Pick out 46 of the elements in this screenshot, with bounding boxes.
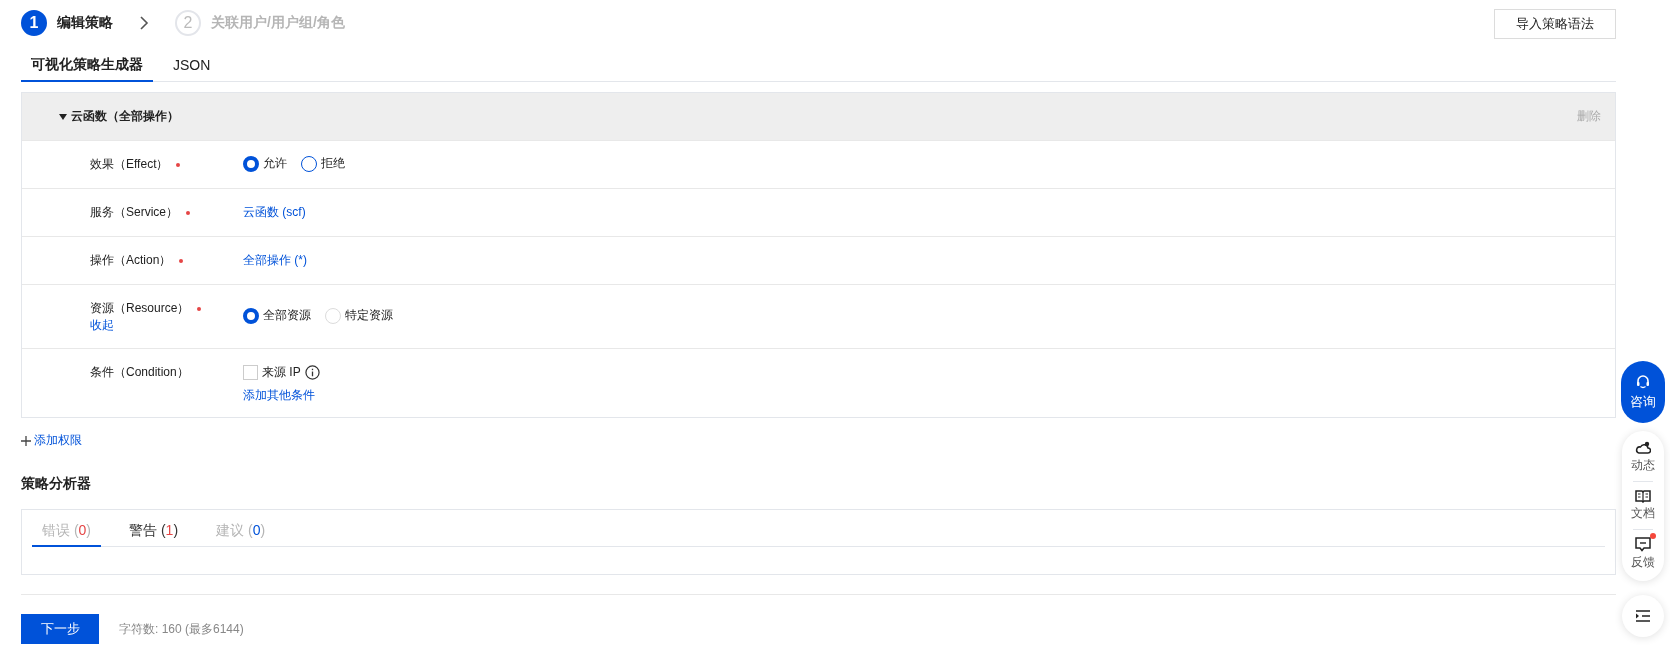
info-icon[interactable] [304,365,320,380]
chevron-right-icon [139,16,149,30]
side-item[interactable]: 文档 [1631,487,1655,524]
headset-icon [1635,373,1651,390]
value-link[interactable]: 全部操作 (*) [243,252,307,269]
add-condition-link[interactable]: 添加其他条件 [243,387,315,404]
radio-label[interactable]: 全部资源 [263,307,311,324]
section-title: 策略分析器 [21,475,92,493]
field-label: 操作（Action） [90,252,172,269]
field-label: 资源（Resource） [90,300,190,317]
consult-button[interactable]: 咨询 [1621,361,1665,423]
value-link[interactable]: 云函数 (scf) [243,204,306,221]
required-icon [176,162,181,167]
radio-label[interactable]: 允许 [263,155,287,172]
required-icon [197,306,202,311]
field-label: 服务（Service） [90,204,178,221]
checkbox[interactable] [243,365,258,380]
outline-button[interactable] [1622,595,1664,637]
add-permission-link[interactable]: 添加权限 [21,432,82,449]
radio-label[interactable]: 拒绝 [321,155,345,172]
step-label[interactable]: 编辑策略 [57,14,113,32]
analyzer-tab[interactable]: 警告 (1) [119,522,189,547]
character-count: 字符数: 160 (最多6144) [119,620,244,638]
next-step-button[interactable]: 下一步 [21,614,99,644]
required-icon [179,258,184,263]
radio-button[interactable] [243,307,259,324]
cloud-icon [1635,441,1651,455]
tab[interactable]: JSON [163,46,221,82]
required-icon [186,210,190,215]
import-syntax-button[interactable]: 导入策略语法 [1494,9,1616,39]
message-icon [1635,537,1651,552]
step-number: 1 [21,10,47,36]
field-label: 效果（Effect） [90,156,169,173]
field-label: 条件（Condition） [90,364,189,381]
checkbox-label[interactable]: 来源 IP [262,364,301,381]
rule-title: 云函数（全部操作） [71,108,179,125]
list-icon [1636,610,1650,622]
collapse-link[interactable]: 收起 [90,317,114,334]
triangle-icon[interactable] [59,112,67,121]
step-number: 2 [175,10,201,36]
side-item[interactable]: 反馈 [1631,535,1655,573]
plus-icon [21,435,31,446]
tab[interactable]: 可视化策略生成器 [21,46,153,82]
radio-button[interactable] [243,155,259,172]
book-icon [1635,489,1651,503]
side-item[interactable]: 动态 [1631,439,1655,476]
